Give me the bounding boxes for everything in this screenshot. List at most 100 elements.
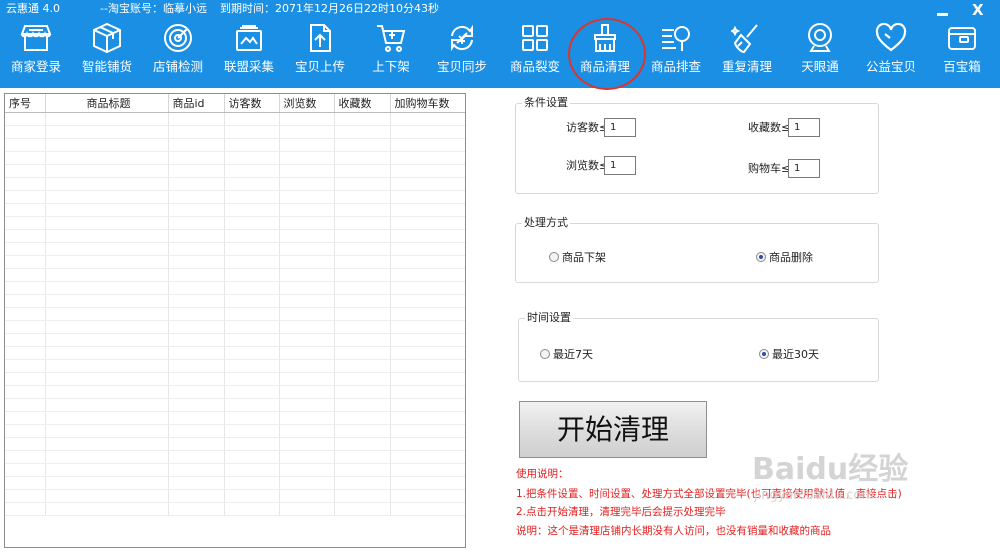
table-cell [224,307,280,321]
table-row[interactable] [5,242,465,256]
toolbar-item-duplicate-cleanup[interactable]: 重复清理 [711,20,783,82]
table-cell [279,320,335,334]
radio-30-days[interactable]: 最近30天 [759,346,819,362]
toolbar-item-product-inspect[interactable]: 商品排查 [640,20,712,82]
cart-input[interactable]: 1 [788,159,820,178]
table-row[interactable] [5,359,465,373]
table-cell [168,307,225,321]
table-row[interactable] [5,138,465,152]
table-row[interactable] [5,190,465,204]
column-header-id[interactable]: 商品id [168,94,225,113]
toolbar-item-merchant-login[interactable]: 商家登录 [0,20,72,82]
table-cell [168,359,225,373]
table-row[interactable] [5,437,465,451]
table-cell [279,398,335,412]
table-cell [224,359,280,373]
column-header-visitors[interactable]: 访客数 [224,94,280,113]
table-row[interactable] [5,294,465,308]
processing-title: 处理方式 [522,216,570,230]
table-cell [45,151,169,165]
column-header-index[interactable]: 序号 [5,94,46,113]
table-row[interactable] [5,229,465,243]
table-cell [279,502,335,516]
toolbar-item-alliance-collect[interactable]: 联盟采集 [213,20,285,82]
table-cell [5,307,46,321]
radio-offshelf[interactable]: 商品下架 [549,249,606,265]
table-row[interactable] [5,463,465,477]
column-header-title[interactable]: 商品标题 [45,94,169,113]
table-row[interactable] [5,255,465,269]
table-row[interactable] [5,125,465,139]
toolbar-item-product-cleanup[interactable]: 商品清理 [569,20,641,82]
column-header-views[interactable]: 浏览数 [279,94,335,113]
table-row[interactable] [5,489,465,503]
table-cell [334,372,391,386]
product-table[interactable]: 序号 商品标题 商品id 访客数 浏览数 收藏数 加购物车数 [4,93,466,548]
table-cell [168,229,225,243]
table-row[interactable] [5,450,465,464]
toolbar-item-product-fission[interactable]: 商品裂变 [499,20,571,82]
table-cell [390,268,465,282]
toolbar-item-shelf[interactable]: 上下架 [355,20,427,82]
table-row[interactable] [5,164,465,178]
toolbar-item-item-upload[interactable]: 宝贝上传 [284,20,356,82]
toolbar-item-charity[interactable]: 公益宝贝 [855,20,927,82]
table-cell [168,450,225,464]
column-header-cart[interactable]: 加购物车数 [390,94,465,113]
radar-icon [164,24,192,52]
table-row[interactable] [5,216,465,230]
table-row[interactable] [5,424,465,438]
table-cell [390,229,465,243]
notes-step1: 1.把条件设置、时间设置、处理方式全部设置完毕(也可直接使用默认值，直接点击) [516,488,902,500]
close-button[interactable]: X [972,2,984,18]
radio-delete[interactable]: 商品删除 [756,249,813,265]
table-cell [279,463,335,477]
table-row[interactable] [5,177,465,191]
table-row[interactable] [5,151,465,165]
toolbar-item-smart-listing[interactable]: 智能铺货 [71,20,143,82]
table-row[interactable] [5,112,465,126]
upload-icon [310,24,331,52]
table-cell [334,242,391,256]
radio-7-days[interactable]: 最近7天 [540,346,593,362]
table-cell [5,242,46,256]
table-cell [390,203,465,217]
table-cell [334,294,391,308]
favorites-input[interactable]: 1 [788,118,820,137]
table-cell [45,359,169,373]
table-cell [168,138,225,152]
toolbar-item-item-sync[interactable]: 宝贝同步 [426,20,498,82]
toolbar-item-toolbox[interactable]: 百宝箱 [926,20,998,82]
table-row[interactable] [5,203,465,217]
table-cell [390,281,465,295]
column-header-favorites[interactable]: 收藏数 [334,94,391,113]
table-cell [224,346,280,360]
table-cell [45,138,169,152]
table-cell [5,320,46,334]
table-row[interactable] [5,346,465,360]
table-row[interactable] [5,307,465,321]
views-input[interactable]: 1 [604,156,636,175]
table-cell [168,346,225,360]
table-row[interactable] [5,333,465,347]
table-cell [279,151,335,165]
toolbar-item-store-check[interactable]: 店铺检测 [142,20,214,82]
table-row[interactable] [5,398,465,412]
table-row[interactable] [5,372,465,386]
table-row[interactable] [5,476,465,490]
table-cell [5,229,46,243]
table-row[interactable] [5,268,465,282]
start-cleanup-button[interactable]: 开始清理 [519,401,707,458]
table-cell [279,281,335,295]
table-cell [334,281,391,295]
table-cell [390,372,465,386]
table-row[interactable] [5,502,465,516]
visitors-input[interactable]: 1 [604,118,636,137]
table-row[interactable] [5,385,465,399]
sync-icon [451,24,473,52]
table-row[interactable] [5,281,465,295]
table-row[interactable] [5,411,465,425]
table-row[interactable] [5,320,465,334]
toolbar-item-sky-eye[interactable]: 天眼通 [784,20,856,82]
table-cell [279,164,335,178]
